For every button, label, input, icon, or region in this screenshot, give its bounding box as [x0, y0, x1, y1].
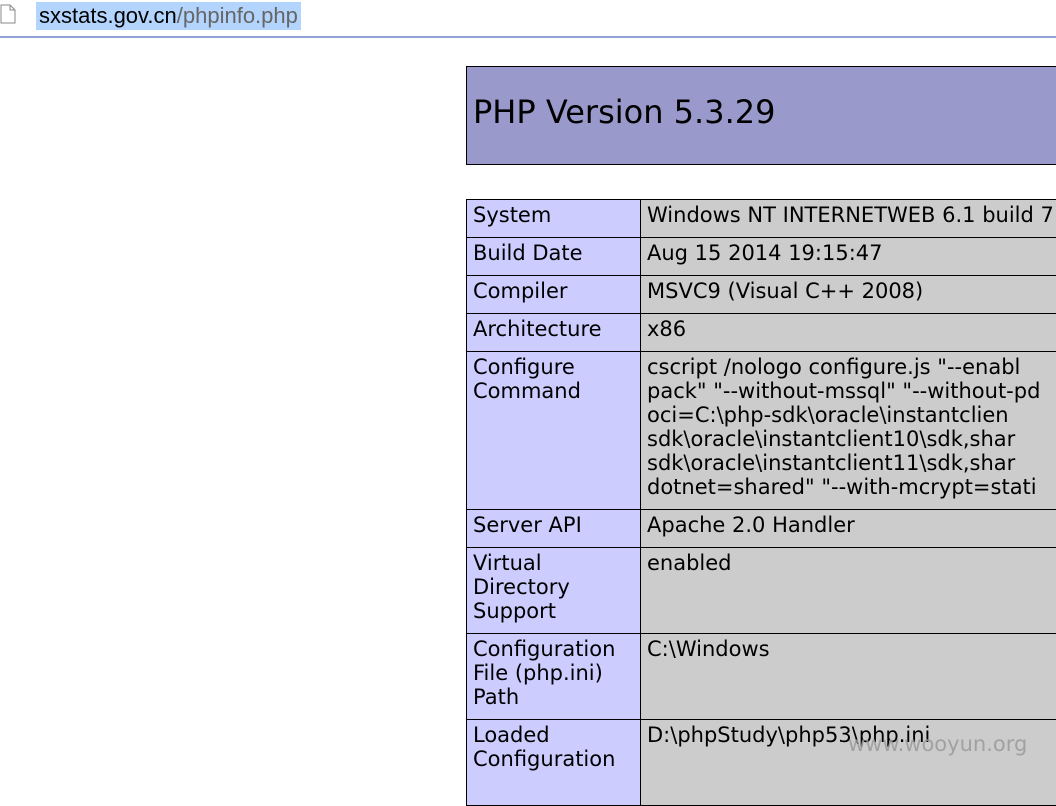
row-label-configure-command: Configure Command — [467, 352, 641, 510]
row-value-build-date: Aug 15 2014 19:15:47 — [641, 238, 1056, 276]
address-bar[interactable]: sxstats.gov.cn/phpinfo.php — [0, 0, 1056, 38]
configure-command-line: pack" "--without-mssql" "--without-pd — [647, 379, 1056, 403]
table-row: Configuration File (php.ini) Path C:\Win… — [467, 634, 1056, 720]
watermark: www.wooyun.org — [848, 732, 1027, 756]
table-row: Server API Apache 2.0 Handler — [467, 510, 1056, 548]
configure-command-line: dotnet=shared" "--with-mcrypt=stati — [647, 475, 1056, 499]
table-row: System Windows NT INTERNETWEB 6.1 build … — [467, 200, 1056, 238]
row-value-server-api: Apache 2.0 Handler — [641, 510, 1056, 548]
row-label-server-api: Server API — [467, 510, 641, 548]
row-label-compiler: Compiler — [467, 276, 641, 314]
configure-command-line: oci=C:\php-sdk\oracle\instantclien — [647, 403, 1056, 427]
url-host: sxstats.gov.cn — [39, 3, 177, 28]
table-row: Build Date Aug 15 2014 19:15:47 — [467, 238, 1056, 276]
page-icon — [0, 4, 16, 24]
row-label-architecture: Architecture — [467, 314, 641, 352]
row-value-virtual-directory: enabled — [641, 548, 1056, 634]
configure-command-line: sdk\oracle\instantclient10\sdk,shar — [647, 427, 1056, 451]
row-label-virtual-directory: Virtual Directory Support — [467, 548, 641, 634]
row-value-configure-command: cscript /nologo configure.js "--enabl pa… — [641, 352, 1056, 510]
table-row: Configure Command cscript /nologo config… — [467, 352, 1056, 510]
row-label-config-file-path: Configuration File (php.ini) Path — [467, 634, 641, 720]
page-title: PHP Version 5.3.29 — [473, 93, 775, 131]
php-info-table: System Windows NT INTERNETWEB 6.1 build … — [466, 199, 1056, 806]
row-label-system: System — [467, 200, 641, 238]
row-value-compiler: MSVC9 (Visual C++ 2008) — [641, 276, 1056, 314]
table-row: Compiler MSVC9 (Visual C++ 2008) — [467, 276, 1056, 314]
url-path: /phpinfo.php — [177, 3, 298, 28]
row-value-system: Windows NT INTERNETWEB 6.1 build 7 — [641, 200, 1056, 238]
row-label-build-date: Build Date — [467, 238, 641, 276]
configure-command-line: sdk\oracle\instantclient11\sdk,shar — [647, 451, 1056, 475]
url-field[interactable]: sxstats.gov.cn/phpinfo.php — [36, 2, 301, 30]
php-version-header: PHP Version 5.3.29 — [466, 66, 1056, 165]
configure-command-line: cscript /nologo configure.js "--enabl — [647, 355, 1056, 379]
row-label-loaded-config: Loaded Configuration — [467, 720, 641, 806]
row-value-config-file-path: C:\Windows — [641, 634, 1056, 720]
table-row: Virtual Directory Support enabled — [467, 548, 1056, 634]
table-row: Architecture x86 — [467, 314, 1056, 352]
row-value-architecture: x86 — [641, 314, 1056, 352]
